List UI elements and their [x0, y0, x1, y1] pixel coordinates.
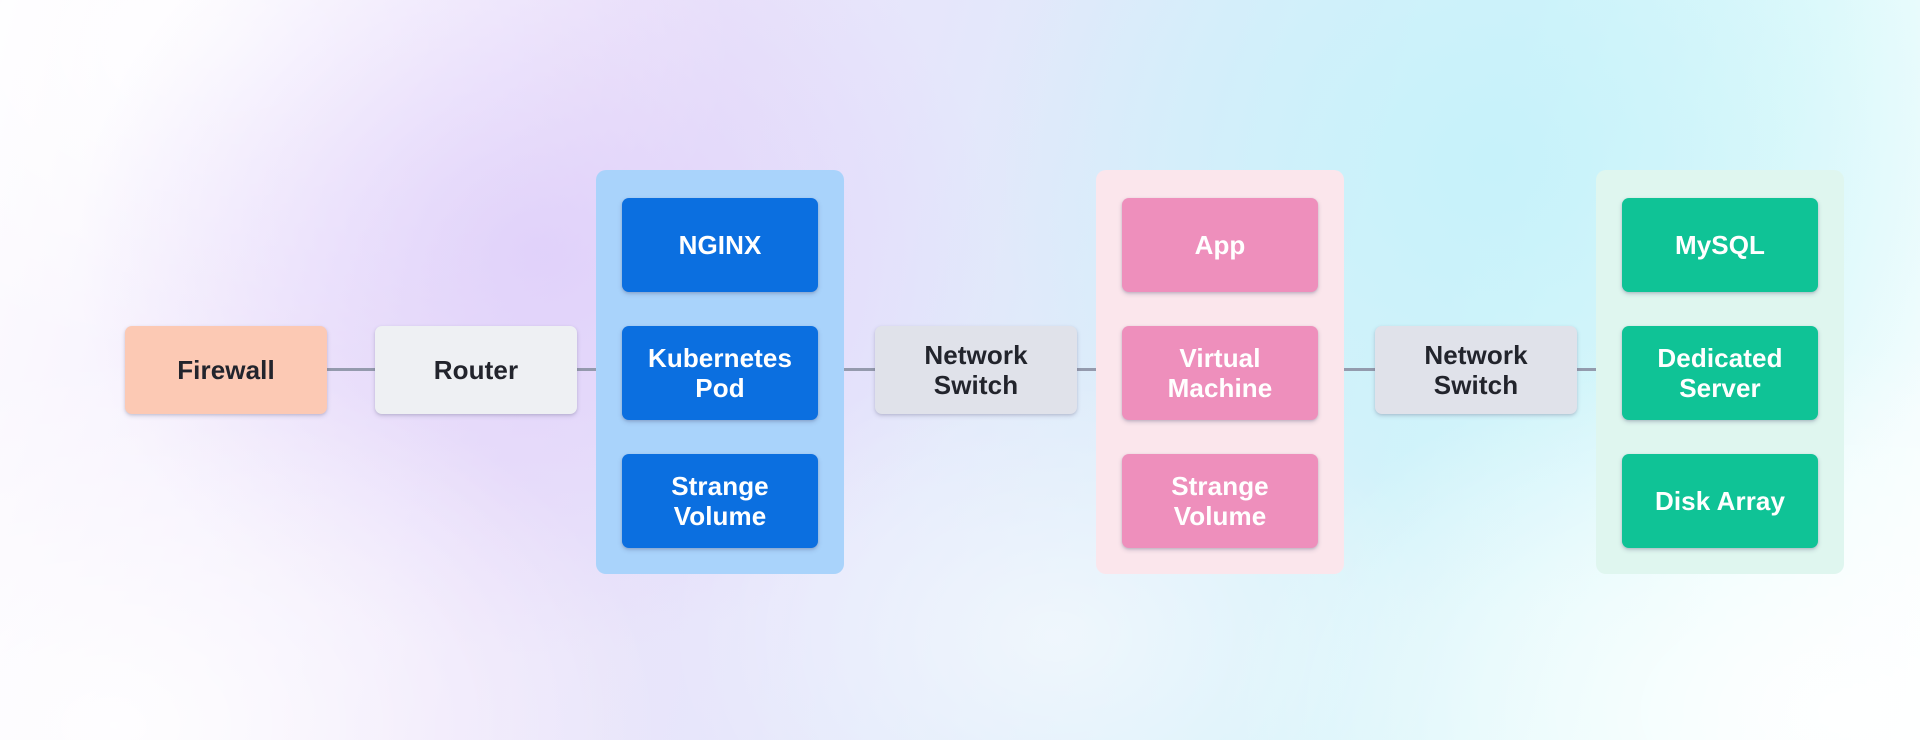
node-nginx[interactable]: NGINX — [622, 198, 818, 292]
node-kubernetes-pod-label: Kubernetes Pod — [647, 342, 793, 403]
node-router[interactable]: Router — [375, 326, 577, 414]
node-disk-array-label: Disk Array — [1654, 485, 1786, 516]
node-network-switch-2-label: Network Switch — [1424, 339, 1528, 400]
node-virtual-machine-label: Virtual Machine — [1167, 342, 1273, 403]
node-kubernetes-pod[interactable]: Kubernetes Pod — [622, 326, 818, 420]
node-strange-volume-virtualization[interactable]: Strange Volume — [1122, 454, 1318, 548]
node-nginx-label: NGINX — [678, 229, 762, 260]
group-virtualization[interactable]: App Virtual Machine Strange Volume — [1096, 170, 1344, 574]
node-disk-array[interactable]: Disk Array — [1622, 454, 1818, 548]
node-network-switch-2[interactable]: Network Switch — [1375, 326, 1577, 414]
node-firewall-label: Firewall — [177, 354, 275, 385]
group-storage[interactable]: MySQL Dedicated Server Disk Array — [1596, 170, 1844, 574]
node-network-switch-1-label: Network Switch — [924, 339, 1028, 400]
group-compute[interactable]: NGINX Kubernetes Pod Strange Volume — [596, 170, 844, 574]
node-app[interactable]: App — [1122, 198, 1318, 292]
node-mysql[interactable]: MySQL — [1622, 198, 1818, 292]
node-dedicated-server[interactable]: Dedicated Server — [1622, 326, 1818, 420]
node-firewall[interactable]: Firewall — [125, 326, 327, 414]
node-network-switch-1[interactable]: Network Switch — [875, 326, 1077, 414]
node-dedicated-server-label: Dedicated Server — [1657, 342, 1783, 403]
diagram-canvas: Firewall Router NGINX Kubernetes Pod Str… — [0, 0, 1920, 740]
node-strange-volume-virtualization-label: Strange Volume — [1171, 470, 1269, 531]
node-app-label: App — [1194, 229, 1246, 260]
node-strange-volume-compute-label: Strange Volume — [671, 470, 769, 531]
node-mysql-label: MySQL — [1674, 229, 1766, 260]
node-strange-volume-compute[interactable]: Strange Volume — [622, 454, 818, 548]
node-router-label: Router — [433, 354, 519, 385]
node-virtual-machine[interactable]: Virtual Machine — [1122, 326, 1318, 420]
